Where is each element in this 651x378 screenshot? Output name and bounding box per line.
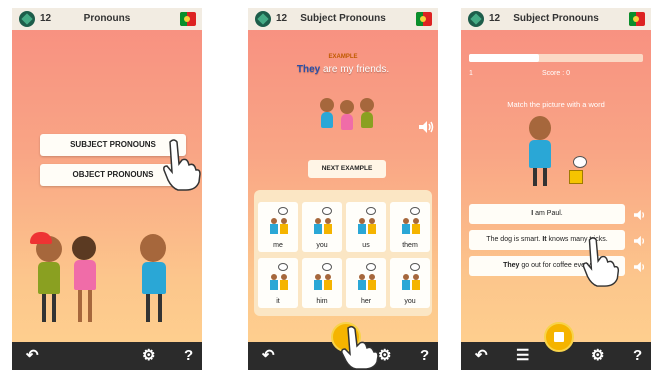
pronoun-card[interactable]: him xyxy=(302,258,342,308)
option-text-post: am Paul. xyxy=(533,210,563,217)
gear-icon[interactable]: ⚙ xyxy=(142,347,155,365)
pronoun-card[interactable]: you xyxy=(390,258,430,308)
back-arrow-icon[interactable]: ↶ xyxy=(26,347,39,365)
progress-bar xyxy=(469,54,643,62)
pronoun-label: him xyxy=(316,298,328,305)
pronoun-card[interactable]: you xyxy=(302,202,342,252)
pointing-hand-icon xyxy=(163,139,201,191)
pointing-hand-icon xyxy=(341,326,379,370)
pronoun-label: it xyxy=(276,298,280,305)
score-label: Score : 0 xyxy=(541,70,570,77)
stop-button[interactable] xyxy=(544,322,574,352)
pronoun-label: them xyxy=(402,242,418,249)
portugal-flag-icon[interactable] xyxy=(180,12,196,26)
question-icon[interactable]: ? xyxy=(633,347,642,365)
speaker-icon[interactable] xyxy=(633,261,647,273)
top-bar: 12 Pronouns xyxy=(12,8,202,30)
stop-icon xyxy=(554,332,564,342)
speaker-icon[interactable] xyxy=(418,120,434,134)
screen-pronouns-menu: 12 Pronouns SUBJECT PRONOUNS OBJECT PRON… xyxy=(12,8,202,370)
list-icon[interactable]: ☰ xyxy=(516,347,529,365)
screen-title: Subject Pronouns xyxy=(513,13,599,24)
portugal-flag-icon[interactable] xyxy=(416,12,432,26)
pronoun-label: me xyxy=(273,242,283,249)
screen-subject-pronouns-quiz: 12 Subject Pronouns 1 Score : 0 Match th… xyxy=(461,8,651,370)
example-sentence: They are my friends. xyxy=(248,64,438,75)
screen-title: Pronouns xyxy=(83,13,131,24)
question-icon[interactable]: ? xyxy=(420,347,429,365)
pronoun-card[interactable]: it xyxy=(258,258,298,308)
pronoun-label: you xyxy=(404,298,416,305)
pronoun-card[interactable]: us xyxy=(346,202,386,252)
pronoun-label: you xyxy=(316,242,328,249)
gear-icon[interactable]: ⚙ xyxy=(591,347,604,365)
screen-subject-pronouns-examples: 12 Subject Pronouns EXAMPLE They are my … xyxy=(248,8,438,370)
pronoun-card[interactable]: me xyxy=(258,202,298,252)
option-pronoun: They xyxy=(503,262,520,269)
example-tag: EXAMPLE xyxy=(328,54,358,60)
back-arrow-icon[interactable]: ↶ xyxy=(475,347,488,365)
instruction-text: Match the picture with a word xyxy=(507,100,605,109)
top-bar: 12 Subject Pronouns xyxy=(248,8,438,30)
progress-fill xyxy=(469,54,539,62)
speaker-icon[interactable] xyxy=(633,235,647,247)
pronoun-label: us xyxy=(362,242,370,249)
option-text-pre: The dog is smart. xyxy=(486,236,543,243)
bottom-bar: ↶ ⚙ ? xyxy=(12,342,202,370)
sentence-rest: are my friends. xyxy=(320,64,390,75)
question-icon[interactable]: ? xyxy=(184,347,193,365)
sentence-pronoun: They xyxy=(296,64,321,75)
pronoun-card[interactable]: them xyxy=(390,202,430,252)
gear-icon[interactable]: ⚙ xyxy=(378,347,391,365)
back-arrow-icon[interactable]: ↶ xyxy=(262,347,275,365)
portugal-flag-icon[interactable] xyxy=(629,12,645,26)
screen-title: Subject Pronouns xyxy=(300,13,386,24)
speaker-icon[interactable] xyxy=(633,209,647,221)
pronoun-grid: me you us them it him her you xyxy=(254,190,432,316)
pronoun-label: her xyxy=(360,298,372,305)
pronoun-card[interactable]: her xyxy=(346,258,386,308)
top-bar: 12 Subject Pronouns xyxy=(461,8,651,30)
pointing-hand-icon xyxy=(582,237,620,287)
next-example-button[interactable]: NEXT EXAMPLE xyxy=(308,160,386,178)
answer-option[interactable]: I am Paul. xyxy=(469,204,625,224)
